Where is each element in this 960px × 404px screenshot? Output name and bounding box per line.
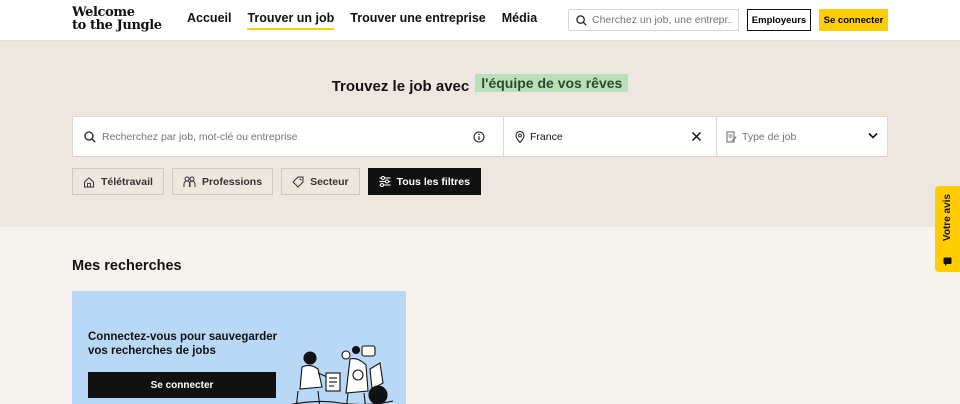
filter-teletravail-button[interactable]: Télétravail	[72, 168, 164, 195]
hero-title-highlight: l'équipe de vos rêves	[475, 74, 629, 92]
hero-title: Trouvez le job avec l'équipe de vos rêve…	[0, 71, 960, 95]
hero-section: Trouvez le job avec l'équipe de vos rêve…	[0, 41, 960, 227]
saved-searches-card-text: Connectez-vous pour sauvegarder vos rech…	[88, 331, 278, 357]
feedback-label: Votre avis	[942, 194, 953, 242]
card-login-button[interactable]: Se connecter	[88, 372, 276, 398]
feedback-tab[interactable]: Votre avis	[935, 186, 960, 272]
job-type-select[interactable]	[717, 117, 887, 156]
saved-searches-title: Mes recherches	[72, 258, 182, 274]
filter-sliders-icon	[379, 176, 391, 187]
filter-bar: Télétravail Professions Secteur Tous les…	[72, 168, 481, 195]
location-field[interactable]	[504, 117, 717, 156]
people-illustration-icon	[290, 345, 393, 404]
main-nav: Accueil Trouver un job Trouver une entre…	[187, 0, 537, 40]
logo-line-2: to the Jungle	[72, 18, 162, 33]
query-field[interactable]	[73, 117, 504, 156]
hero-title-text: Trouvez le job avec	[331, 78, 470, 95]
people-icon	[183, 176, 196, 187]
search-icon	[84, 130, 96, 143]
header-search[interactable]	[568, 9, 739, 31]
job-search-bar	[72, 116, 888, 157]
query-input[interactable]	[102, 130, 462, 143]
login-button[interactable]: Se connecter	[819, 9, 888, 31]
tag-icon	[292, 176, 304, 188]
contract-icon	[726, 131, 737, 142]
all-filters-label: Tous les filtres	[396, 175, 470, 188]
info-icon[interactable]	[473, 131, 485, 143]
site-logo[interactable]: Welcome to the Jungle	[72, 6, 162, 36]
filter-teletravail-label: Télétravail	[101, 175, 153, 188]
filter-secteur-button[interactable]: Secteur	[281, 168, 360, 195]
filter-secteur-label: Secteur	[310, 175, 349, 188]
site-header: Welcome to the Jungle Accueil Trouver un…	[0, 0, 960, 41]
location-input[interactable]	[530, 130, 680, 143]
close-icon[interactable]	[691, 131, 702, 142]
nav-trouver-un-job[interactable]: Trouver un job	[247, 10, 335, 30]
search-icon	[576, 14, 587, 26]
remote-house-icon	[84, 176, 94, 187]
chevron-down-icon[interactable]	[868, 132, 878, 139]
all-filters-button[interactable]: Tous les filtres	[367, 168, 481, 195]
filter-professions-button[interactable]: Professions	[171, 168, 274, 195]
location-pin-icon	[515, 130, 525, 143]
header-search-input[interactable]	[592, 14, 732, 26]
filter-professions-label: Professions	[201, 175, 263, 188]
employers-button[interactable]: Employeurs	[747, 9, 811, 31]
nav-media[interactable]: Média	[502, 10, 537, 30]
feedback-icon	[943, 257, 952, 266]
job-type-input[interactable]	[742, 130, 862, 143]
nav-accueil[interactable]: Accueil	[187, 10, 231, 30]
saved-searches-card: Connectez-vous pour sauvegarder vos rech…	[72, 291, 406, 404]
nav-trouver-une-entreprise[interactable]: Trouver une entreprise	[350, 10, 485, 30]
